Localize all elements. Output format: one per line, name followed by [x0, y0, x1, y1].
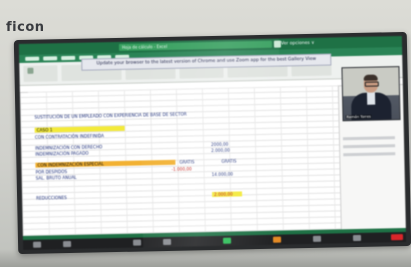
tab-file[interactable]	[25, 56, 40, 61]
more-icon[interactable]	[352, 234, 362, 242]
cell-row-5[interactable]: CON INDEMNIZACIÓN ESPECIAL	[37, 161, 103, 167]
cell-row-8[interactable]: REDUCCIONES	[36, 195, 67, 201]
cell-row-2[interactable]: CON CONTRATACIÓN INDEFINIDA	[35, 133, 104, 139]
participant-hair	[363, 74, 378, 81]
participant-name: Ramón Torres	[345, 114, 372, 120]
cell-row-1[interactable]: CASO 1	[37, 127, 53, 132]
video-icon[interactable]	[63, 240, 72, 248]
zoom-video-tile[interactable]: Ramón Torres	[341, 66, 401, 122]
monitor: Hoja de cálculo - Excel Ver opciones ∨ U…	[13, 31, 411, 255]
cell-row-6[interactable]: POR DESPIDOS	[36, 169, 68, 175]
mute-icon[interactable]	[33, 241, 42, 248]
participant-shirt	[366, 92, 376, 105]
monitor-screen: Hoja de cálculo - Excel Ver opciones ∨ U…	[18, 36, 407, 250]
cell-row-3[interactable]: INDEMNIZACIÓN CON DERECHO	[35, 144, 102, 150]
save-status[interactable]: Ver opciones ∨	[281, 39, 333, 47]
tab-home[interactable]	[43, 56, 58, 61]
security-icon[interactable]	[133, 239, 142, 246]
tab-insert[interactable]	[61, 55, 76, 61]
screen-glare	[138, 38, 284, 248]
reactions-icon[interactable]	[312, 235, 322, 242]
participant-glasses	[364, 81, 379, 87]
cell-row-7[interactable]: SAL. BRUTO ANUAL	[36, 175, 77, 181]
leave-button[interactable]	[390, 234, 404, 241]
cell-row-4[interactable]: INDEMNIZACIÓN PAGADO	[35, 151, 89, 157]
desk-shadow	[0, 249, 411, 267]
brand-text: ficon	[6, 20, 45, 35]
paste-icon[interactable]	[27, 67, 34, 74]
